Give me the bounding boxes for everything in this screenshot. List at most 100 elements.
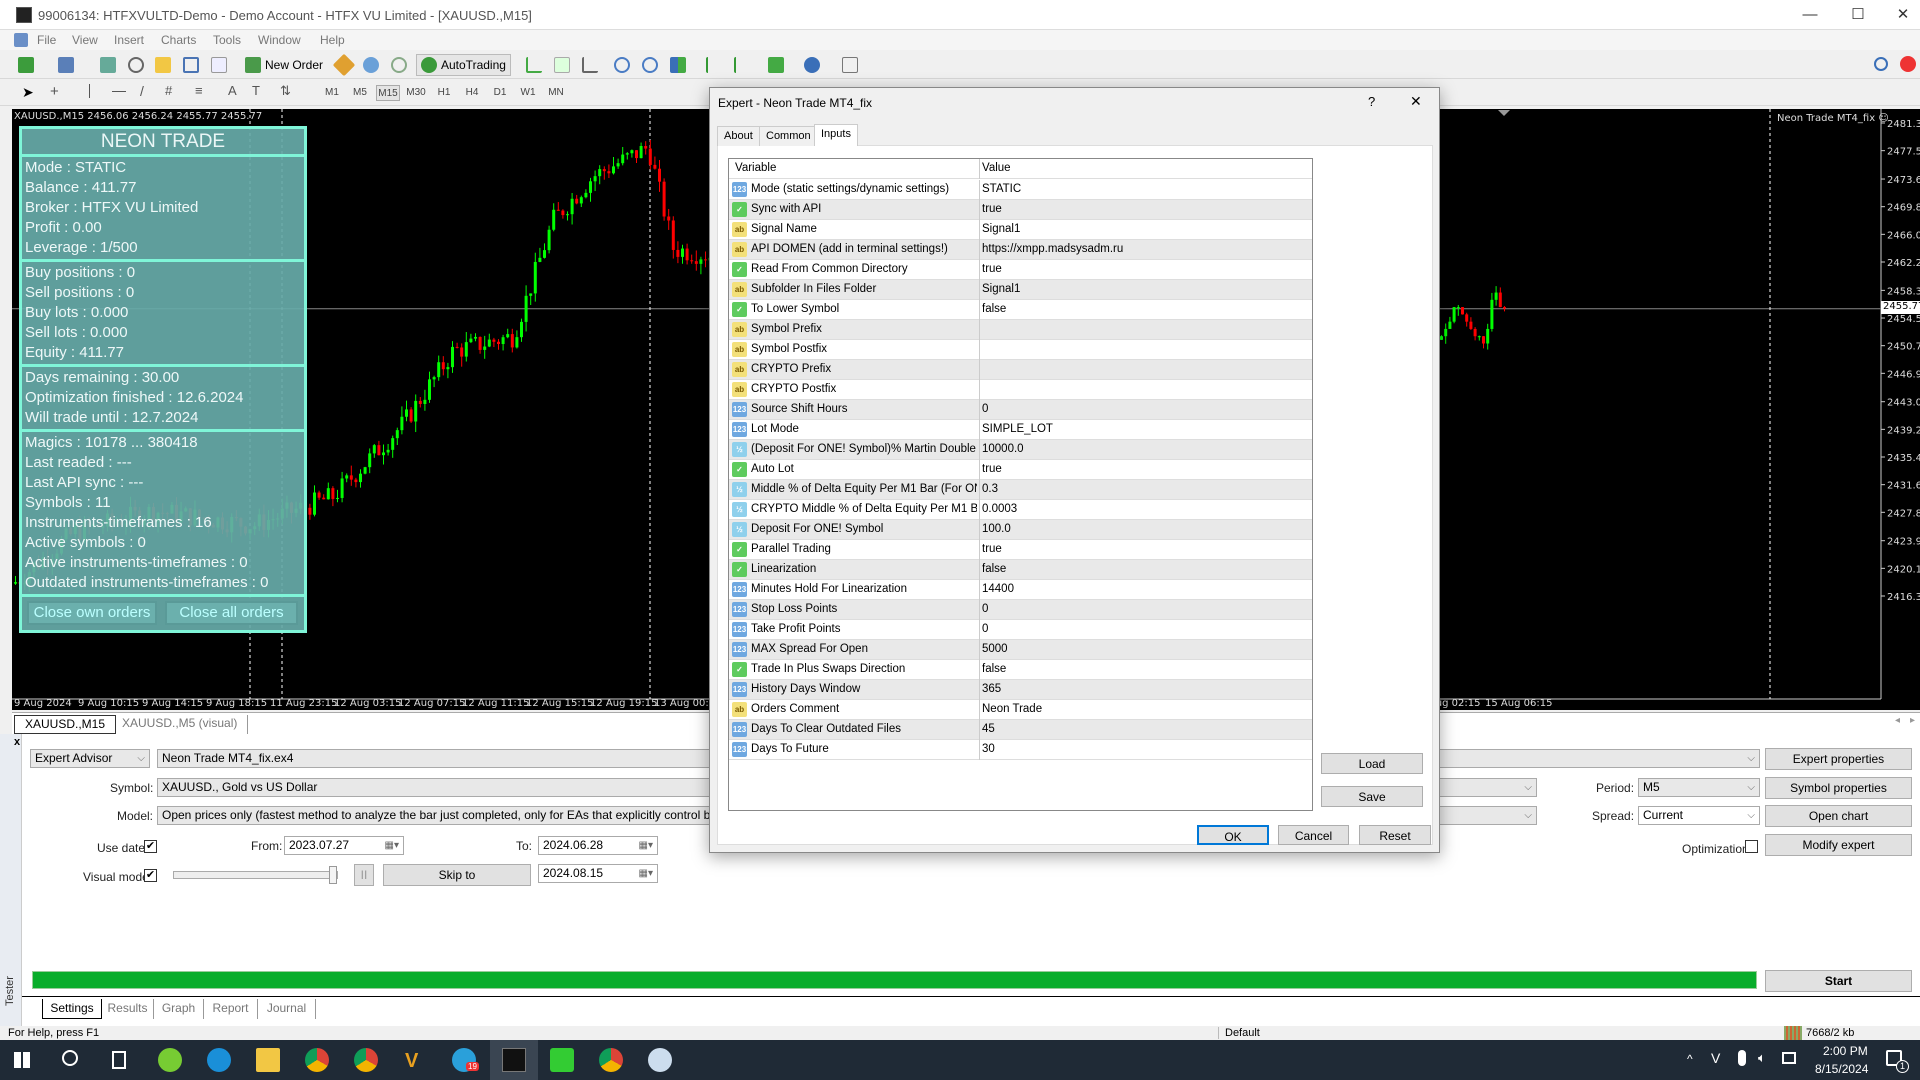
optimization-checkbox[interactable]: [1745, 840, 1758, 853]
input-row[interactable]: ab Subfolder In Files Folder Signal1: [729, 280, 1312, 300]
input-row[interactable]: 123 History Days Window 365: [729, 680, 1312, 700]
vpn-icon[interactable]: V: [1711, 1050, 1720, 1066]
coccoc-icon[interactable]: [158, 1048, 182, 1072]
expert-properties-button[interactable]: Expert properties: [1765, 748, 1912, 770]
autoscroll-icon[interactable]: [734, 57, 750, 73]
input-value[interactable]: true: [982, 260, 1002, 279]
input-value[interactable]: 30: [982, 740, 995, 759]
save-button[interactable]: Save: [1321, 786, 1423, 807]
visual-speed-slider[interactable]: [173, 866, 338, 884]
signals-icon[interactable]: [363, 57, 379, 73]
chart-shift-icon[interactable]: [706, 57, 722, 73]
input-value[interactable]: 365: [982, 680, 1001, 699]
tester-tab-settings[interactable]: Settings: [42, 999, 102, 1019]
menu-charts[interactable]: Charts: [161, 33, 196, 47]
input-row[interactable]: ½ (Deposit For ONE! Symbol)% Martin Doubl…: [729, 440, 1312, 460]
input-value[interactable]: 0.0003: [982, 500, 1017, 519]
zoom-out-icon[interactable]: [642, 57, 658, 73]
network-icon[interactable]: [1782, 1052, 1796, 1064]
open-chart-button[interactable]: Open chart: [1765, 805, 1912, 827]
maximize-button[interactable]: ☐: [1838, 4, 1878, 26]
input-value[interactable]: SIMPLE_LOT: [982, 420, 1053, 439]
input-row[interactable]: ab Symbol Prefix: [729, 320, 1312, 340]
input-row[interactable]: 123 Days To Clear Outdated Files 45: [729, 720, 1312, 740]
input-value[interactable]: 5000: [982, 640, 1008, 659]
visual-mode-checkbox[interactable]: ✔: [144, 869, 157, 882]
windows-start-icon[interactable]: [14, 1052, 30, 1068]
help-button[interactable]: ?: [1368, 94, 1375, 109]
input-value[interactable]: 45: [982, 720, 995, 739]
strategy-tester-icon[interactable]: [211, 57, 227, 73]
input-row[interactable]: ✓ Linearization false: [729, 560, 1312, 580]
trendline-icon[interactable]: /: [140, 83, 144, 99]
skip-to-button[interactable]: Skip to: [383, 864, 531, 886]
terminal-icon[interactable]: [183, 57, 199, 73]
menu-window[interactable]: Window: [258, 33, 301, 47]
input-row[interactable]: ✓ Read From Common Directory true: [729, 260, 1312, 280]
input-row[interactable]: 123 Mode (static settings/dynamic setting…: [729, 180, 1312, 200]
text-icon[interactable]: A: [228, 83, 237, 98]
clock-date[interactable]: 8/15/2024: [1815, 1062, 1868, 1076]
use-date-checkbox[interactable]: ✔: [144, 840, 157, 853]
tester-tab-journal[interactable]: Journal: [258, 999, 316, 1019]
skip-to-date-input[interactable]: 2024.08.15 ▦▾: [538, 864, 658, 883]
spread-select[interactable]: Current ⌵: [1638, 806, 1760, 825]
to-date-input[interactable]: 2024.06.28 ▦▾: [538, 836, 658, 855]
timeframe-m30[interactable]: M30: [404, 85, 428, 101]
cursor-icon[interactable]: ➤: [22, 84, 34, 101]
close-window-button[interactable]: ✕: [1886, 4, 1920, 26]
microphone-icon[interactable]: [1738, 1050, 1746, 1066]
search-icon[interactable]: [62, 1050, 78, 1066]
input-row[interactable]: 123 Lot Mode SIMPLE_LOT: [729, 420, 1312, 440]
start-button[interactable]: Start: [1765, 970, 1912, 992]
horizontal-line-icon[interactable]: [112, 91, 126, 92]
notifications-icon[interactable]: [1900, 56, 1916, 72]
chrome-profile2-icon[interactable]: [599, 1048, 623, 1072]
tile-windows-icon[interactable]: [670, 57, 686, 73]
menu-help[interactable]: Help: [320, 33, 345, 47]
new-chart-icon[interactable]: [18, 57, 34, 73]
text-label-icon[interactable]: T: [252, 83, 260, 98]
tab-xauusd-m5-visual[interactable]: XAUUSD.,M5 (visual): [112, 715, 249, 734]
fibonacci-icon[interactable]: ≡: [195, 83, 203, 98]
load-button[interactable]: Load: [1321, 753, 1423, 774]
input-value[interactable]: 0: [982, 400, 988, 419]
from-date-input[interactable]: 2023.07.27 ▦▾: [284, 836, 404, 855]
input-value[interactable]: STATIC: [982, 180, 1021, 199]
menu-view[interactable]: View: [72, 33, 98, 47]
input-row[interactable]: 123 Days To Future 30: [729, 740, 1312, 760]
symbol-properties-button[interactable]: Symbol properties: [1765, 777, 1912, 799]
tab-about[interactable]: About: [717, 126, 760, 146]
input-value[interactable]: 0.3: [982, 480, 998, 499]
scroll-tabs-left[interactable]: ◂: [1895, 715, 1900, 726]
channel-icon[interactable]: #: [165, 83, 172, 98]
input-row[interactable]: 123 Source Shift Hours 0: [729, 400, 1312, 420]
camtasia-icon[interactable]: [550, 1048, 574, 1072]
scroll-tabs-right[interactable]: ▸: [1910, 715, 1915, 726]
input-row[interactable]: ab API DOMEN (add in terminal settings!) h…: [729, 240, 1312, 260]
bar-chart-icon[interactable]: [526, 57, 542, 73]
expert-label[interactable]: Neon Trade MT4_fix ☺: [1777, 113, 1889, 124]
vertical-line-icon[interactable]: [89, 84, 90, 98]
input-row[interactable]: ½ CRYPTO Middle % of Delta Equity Per M1 …: [729, 500, 1312, 520]
pause-button[interactable]: II: [354, 864, 374, 886]
chrome-icon[interactable]: [305, 1048, 329, 1072]
input-row[interactable]: ½ Deposit For ONE! Symbol 100.0: [729, 520, 1312, 540]
line-chart-icon[interactable]: [582, 57, 598, 73]
timeframe-m5[interactable]: M5: [348, 85, 372, 101]
input-row[interactable]: ✓ Auto Lot true: [729, 460, 1312, 480]
task-view-icon[interactable]: [112, 1051, 126, 1069]
candlestick-icon[interactable]: [554, 57, 570, 73]
input-value[interactable]: 0: [982, 600, 988, 619]
input-value[interactable]: 10000.0: [982, 440, 1024, 459]
input-row[interactable]: ✓ Sync with API true: [729, 200, 1312, 220]
slider-thumb[interactable]: [329, 866, 337, 884]
file-explorer-icon[interactable]: [256, 1048, 280, 1072]
new-order-button[interactable]: New Order: [245, 55, 323, 75]
input-value[interactable]: false: [982, 300, 1006, 319]
volume-icon[interactable]: 🔈︎: [1758, 1050, 1766, 1066]
menu-file[interactable]: File: [37, 33, 56, 47]
input-row[interactable]: ✓ Parallel Trading true: [729, 540, 1312, 560]
close-tester-button[interactable]: x: [14, 736, 20, 748]
input-value[interactable]: 0: [982, 620, 988, 639]
